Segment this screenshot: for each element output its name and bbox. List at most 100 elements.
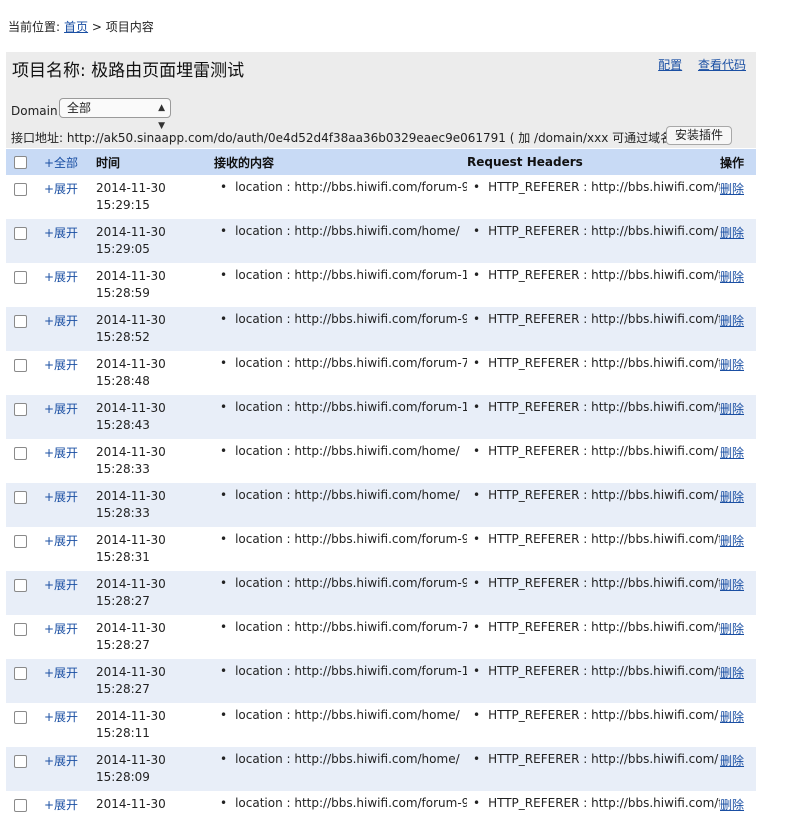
select-all-checkbox[interactable] xyxy=(14,156,27,169)
row-checkbox[interactable] xyxy=(14,667,27,680)
delete-row-link[interactable]: 删除 xyxy=(720,620,744,637)
row-content-text: location : http://bbs.hiwifi.com/forum-7… xyxy=(235,356,467,370)
row-date: 2014-11-30 xyxy=(96,753,166,767)
row-content: • location : http://bbs.hiwifi.com/forum-… xyxy=(214,312,467,326)
delete-row-link[interactable]: 删除 xyxy=(720,532,744,549)
expand-row-link[interactable]: +展开 xyxy=(44,356,78,373)
domain-label: Domain: xyxy=(11,104,62,118)
delete-row-link[interactable]: 删除 xyxy=(720,444,744,461)
project-title: 项目名称: 极路由页面埋雷测试 xyxy=(12,61,245,81)
delete-row-link[interactable]: 删除 xyxy=(720,180,744,197)
delete-row-link[interactable]: 删除 xyxy=(720,268,744,285)
row-time: 15:28:27 xyxy=(96,638,150,652)
table-row: +展开 2014-11-30 15:28:59 • location : http://… xyxy=(6,263,756,307)
bullet-icon: • xyxy=(220,752,228,766)
row-content: • location : http://bbs.hiwifi.com/forum-… xyxy=(214,532,467,546)
row-checkbox[interactable] xyxy=(14,535,27,548)
expand-row-link[interactable]: +展开 xyxy=(44,180,78,197)
row-timestamp: 2014-11-30 15:28:27 xyxy=(96,620,214,654)
bullet-icon: • xyxy=(220,400,228,414)
expand-row-link[interactable]: +展开 xyxy=(44,620,78,637)
expand-all-link[interactable]: +全部 xyxy=(44,156,78,170)
title-row: 项目名称: 极路由页面埋雷测试 配置 查看代码 xyxy=(6,52,756,96)
row-headers: • HTTP_REFERER : http://bbs.hiwifi.com/f xyxy=(467,664,720,678)
row-timestamp: 2014-11-30 15:29:05 xyxy=(96,224,214,258)
domain-selected-value: 全部 xyxy=(67,101,92,115)
row-checkbox[interactable] xyxy=(14,315,27,328)
row-headers: • HTTP_REFERER : http://bbs.hiwifi.com/f xyxy=(467,576,720,590)
row-timestamp: 2014-11-30 15:28:09 xyxy=(96,752,214,786)
breadcrumb-home-link[interactable]: 首页 xyxy=(64,20,88,34)
delete-row-link[interactable]: 删除 xyxy=(720,400,744,417)
bullet-icon: • xyxy=(220,796,228,810)
row-content-text: location : http://bbs.hiwifi.com/forum-1… xyxy=(235,400,467,414)
install-plugin-button[interactable]: 安装插件 xyxy=(666,126,733,145)
table-row: +展开 2014-11-30 15:29:15 • location : http://… xyxy=(6,175,756,219)
row-content-text: location : http://bbs.hiwifi.com/forum-9… xyxy=(235,796,467,810)
row-headers-text: HTTP_REFERER : http://bbs.hiwifi.com/ xyxy=(488,752,719,766)
delete-row-link[interactable]: 删除 xyxy=(720,752,744,769)
row-checkbox[interactable] xyxy=(14,183,27,196)
row-checkbox[interactable] xyxy=(14,271,27,284)
delete-row-link[interactable]: 删除 xyxy=(720,224,744,241)
row-checkbox[interactable] xyxy=(14,623,27,636)
row-checkbox[interactable] xyxy=(14,755,27,768)
expand-row-link[interactable]: +展开 xyxy=(44,400,78,417)
row-timestamp: 2014-11-30 15:28:43 xyxy=(96,400,214,434)
view-code-link[interactable]: 查看代码 xyxy=(698,58,746,72)
row-headers: • HTTP_REFERER : http://bbs.hiwifi.com/f xyxy=(467,532,720,546)
row-checkbox[interactable] xyxy=(14,403,27,416)
bullet-icon: • xyxy=(473,752,481,766)
records-table: +全部 时间 接收的内容 Request Headers 操作 +展开 2014-… xyxy=(6,149,756,835)
table-header: +全部 时间 接收的内容 Request Headers 操作 xyxy=(6,149,756,175)
table-row: +展开 2014-11-30 15:28:43 • location : http://… xyxy=(6,395,756,439)
row-content-text: location : http://bbs.hiwifi.com/forum-9… xyxy=(235,532,467,546)
delete-row-link[interactable]: 删除 xyxy=(720,488,744,505)
row-date: 2014-11-30 xyxy=(96,225,166,239)
expand-row-link[interactable]: +展开 xyxy=(44,664,78,681)
bullet-icon: • xyxy=(220,356,228,370)
expand-row-link[interactable]: +展开 xyxy=(44,268,78,285)
bullet-icon: • xyxy=(220,576,228,590)
delete-row-link[interactable]: 删除 xyxy=(720,708,744,725)
row-content-text: location : http://bbs.hiwifi.com/forum-9… xyxy=(235,180,467,194)
row-checkbox[interactable] xyxy=(14,579,27,592)
bullet-icon: • xyxy=(473,576,481,590)
row-time: 15:29:15 xyxy=(96,198,150,212)
row-checkbox[interactable] xyxy=(14,227,27,240)
expand-row-link[interactable]: +展开 xyxy=(44,752,78,769)
delete-row-link[interactable]: 删除 xyxy=(720,664,744,681)
row-date: 2014-11-30 xyxy=(96,533,166,547)
row-headers-text: HTTP_REFERER : http://bbs.hiwifi.com/f xyxy=(488,532,720,546)
expand-row-link[interactable]: +展开 xyxy=(44,488,78,505)
row-time: 15:29:05 xyxy=(96,242,150,256)
delete-row-link[interactable]: 删除 xyxy=(720,356,744,373)
expand-row-link[interactable]: +展开 xyxy=(44,708,78,725)
project-panel: 项目名称: 极路由页面埋雷测试 配置 查看代码 Domain: 全部 ▲ ▼ 接口… xyxy=(6,52,756,148)
bullet-icon: • xyxy=(473,180,481,194)
row-date: 2014-11-30 xyxy=(96,401,166,415)
row-checkbox[interactable] xyxy=(14,799,27,812)
config-link[interactable]: 配置 xyxy=(658,58,682,72)
project-links: 配置 查看代码 xyxy=(646,56,746,73)
expand-row-link[interactable]: +展开 xyxy=(44,576,78,593)
row-content-text: location : http://bbs.hiwifi.com/home/ xyxy=(235,752,460,766)
row-checkbox[interactable] xyxy=(14,491,27,504)
row-checkbox[interactable] xyxy=(14,447,27,460)
row-timestamp: 2014-11-30 15:28:33 xyxy=(96,488,214,522)
delete-row-link[interactable]: 删除 xyxy=(720,576,744,593)
row-time: 15:28:43 xyxy=(96,418,150,432)
domain-select[interactable]: 全部 ▲ ▼ xyxy=(59,98,171,131)
expand-row-link[interactable]: +展开 xyxy=(44,224,78,241)
expand-row-link[interactable]: +展开 xyxy=(44,532,78,549)
row-checkbox[interactable] xyxy=(14,711,27,724)
row-date: 2014-11-30 xyxy=(96,489,166,503)
delete-row-link[interactable]: 删除 xyxy=(720,312,744,329)
expand-row-link[interactable]: +展开 xyxy=(44,312,78,329)
row-checkbox[interactable] xyxy=(14,359,27,372)
row-headers: • HTTP_REFERER : http://bbs.hiwifi.com/f xyxy=(467,356,720,370)
bullet-icon: • xyxy=(473,488,481,502)
bullet-icon: • xyxy=(473,664,481,678)
expand-row-link[interactable]: +展开 xyxy=(44,444,78,461)
row-time: 15:28:27 xyxy=(96,594,150,608)
